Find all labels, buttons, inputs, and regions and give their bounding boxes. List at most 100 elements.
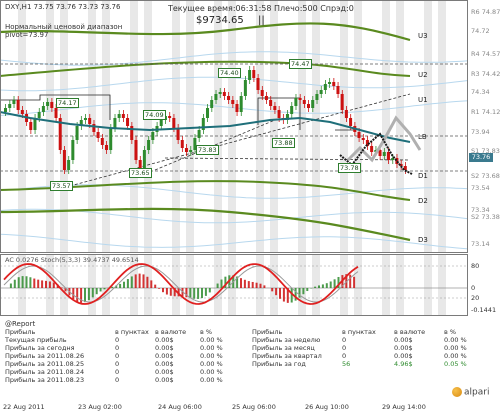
ac-bar bbox=[282, 288, 285, 302]
candle-body bbox=[382, 152, 386, 156]
candle-body bbox=[328, 82, 332, 84]
candle-body bbox=[100, 138, 104, 145]
candle-body bbox=[50, 102, 54, 108]
time-tick: 26 Aug 10:00 bbox=[305, 403, 349, 411]
candle-body bbox=[113, 118, 117, 128]
report-row: Прибыль за 2011.08.25 0 0.00$ 0.00 % bbox=[5, 360, 235, 368]
candle-body bbox=[88, 118, 92, 124]
report-cell: 0.00 % bbox=[200, 376, 223, 384]
ac-bar bbox=[150, 280, 153, 288]
ac-bar bbox=[33, 278, 36, 288]
range-caption: Нормальный ценовой диапазон bbox=[5, 23, 123, 31]
ac-bar bbox=[325, 283, 328, 288]
candle-body bbox=[307, 104, 311, 108]
candle-body bbox=[41, 106, 45, 112]
ac-bar bbox=[333, 279, 336, 288]
level-d2: D2 bbox=[418, 197, 428, 205]
candle-body bbox=[109, 128, 113, 150]
level-u2: U2 bbox=[418, 71, 428, 79]
ac-bar bbox=[138, 273, 141, 288]
candle-body bbox=[386, 152, 390, 160]
candle-body bbox=[37, 112, 41, 118]
candle-body bbox=[67, 160, 71, 170]
price-chart[interactable]: DXY,H1 73.75 73.76 73.73 73.76 Нормальны… bbox=[0, 0, 500, 253]
report-cell: 0 bbox=[115, 360, 120, 368]
ac-bar bbox=[169, 288, 172, 296]
candle-body bbox=[319, 90, 323, 94]
report-cell: 0 bbox=[115, 344, 120, 352]
candle-body bbox=[323, 84, 327, 90]
candle-body bbox=[256, 78, 260, 90]
ac-bar bbox=[72, 288, 75, 300]
ac-bar bbox=[48, 281, 51, 288]
ac-bar bbox=[126, 279, 129, 288]
price-tick: R4 74.57 bbox=[471, 50, 500, 58]
report-cell: Прибыль за 2011.08.24 bbox=[5, 368, 85, 376]
price-marker: 73.65 bbox=[129, 168, 152, 178]
ac-bar bbox=[302, 288, 305, 295]
price-marker: 74.09 bbox=[143, 110, 166, 120]
ac-bar bbox=[162, 288, 164, 293]
ac-bar bbox=[158, 288, 161, 289]
profit-report: @Report Прибыль в пунктах в валюте в % Т… bbox=[0, 317, 500, 403]
account-balance: $9734.65 bbox=[196, 15, 244, 26]
ac-bar bbox=[29, 277, 32, 288]
candle-body bbox=[138, 160, 142, 168]
osc-level-min: -0.1441 bbox=[471, 306, 497, 314]
candle-body bbox=[96, 132, 100, 138]
ac-bar bbox=[251, 281, 254, 288]
report-cell: Прибыль за 2011.08.25 bbox=[5, 360, 85, 368]
ac-bar bbox=[45, 280, 47, 288]
report-cell: Прибыль за квартал bbox=[252, 352, 322, 360]
price-tick: R3 74.42 bbox=[471, 70, 500, 78]
report-row: Прибыль за сегодня 0 0.00$ 0.00 % bbox=[5, 344, 235, 352]
ac-bar bbox=[197, 288, 200, 299]
price-tick: 73.14 bbox=[471, 240, 490, 248]
candle-body bbox=[71, 140, 75, 160]
price-marker: 73.83 bbox=[196, 145, 219, 155]
oscillator-chart[interactable]: AC 0.0276 Stoch(5,3,3) 39.4737 49.6514 8… bbox=[0, 254, 500, 316]
candle-body bbox=[218, 92, 222, 94]
report-left-header: Прибыль в пунктах в валюте в % bbox=[5, 328, 235, 336]
ac-bar bbox=[306, 288, 309, 292]
ac-bar bbox=[103, 288, 106, 290]
report-row: Прибыль за 2011.08.24 0 0.00$ 0.00 % bbox=[5, 368, 235, 376]
alpari-logo-icon bbox=[452, 387, 462, 397]
ac-bar bbox=[318, 285, 320, 288]
ac-bar bbox=[41, 280, 44, 288]
report-cell: 0.00 % bbox=[200, 368, 223, 376]
report-cell: 0 bbox=[342, 344, 347, 352]
ac-bar bbox=[142, 274, 145, 288]
report-cell: Прибыль за год bbox=[252, 360, 306, 368]
candle-body bbox=[189, 150, 193, 152]
ac-bar bbox=[76, 288, 79, 302]
session-shade bbox=[382, 0, 390, 253]
time-tick: 29 Aug 14:00 bbox=[382, 403, 426, 411]
header-cell: в пунктах bbox=[342, 328, 376, 336]
candle-body bbox=[206, 108, 210, 118]
session-shade bbox=[396, 254, 404, 316]
price-marker: 73.78 bbox=[338, 163, 361, 173]
session-shade bbox=[438, 254, 446, 316]
candle-body bbox=[298, 98, 302, 100]
candle-body bbox=[83, 118, 87, 120]
candle-body bbox=[126, 118, 130, 126]
candle-body bbox=[231, 100, 235, 104]
ac-bar bbox=[193, 288, 196, 299]
candle-body bbox=[172, 118, 176, 128]
report-cell: Прибыль за 2011.08.26 bbox=[5, 352, 85, 360]
level-d1: D1 bbox=[418, 172, 428, 180]
ac-bar bbox=[208, 288, 211, 293]
candle-body bbox=[269, 100, 273, 106]
candle-body bbox=[357, 132, 361, 138]
report-cell: Прибыль за неделю bbox=[252, 336, 321, 344]
candle-body bbox=[54, 108, 58, 118]
alpari-logo: alpari bbox=[452, 387, 489, 398]
time-tick: 25 Aug 06:00 bbox=[232, 403, 276, 411]
report-cell: Прибыль за 2011.08.23 bbox=[5, 376, 85, 384]
candle-body bbox=[252, 70, 256, 78]
report-row: Прибыль за год 56 4.96$ 0.05 % bbox=[252, 360, 482, 368]
ac-bar bbox=[165, 288, 168, 295]
ac-bar bbox=[84, 288, 86, 303]
candle-body bbox=[344, 110, 348, 118]
